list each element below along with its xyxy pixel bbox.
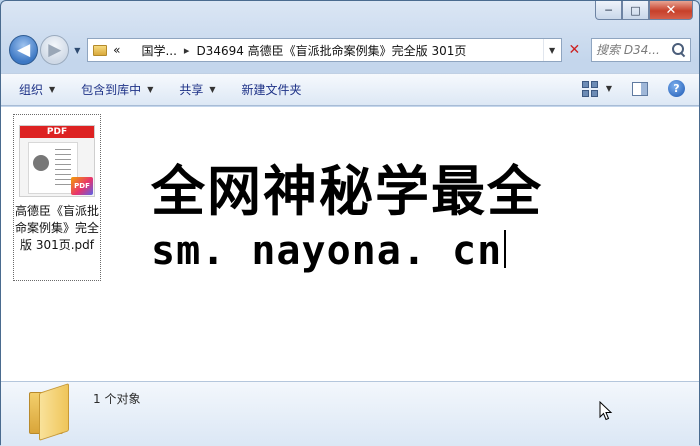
share-menu[interactable]: 共享 ▼ [179,81,215,98]
organize-label: 组织 [19,83,44,97]
watermark-url-text: sm. nayona. cn [151,228,503,274]
refresh-button[interactable]: ✕ [564,39,585,61]
caption-buttons: ─ □ ✕ [595,1,693,20]
include-in-library-label: 包含到库中 [81,83,142,97]
back-arrow-icon: ◀ [17,40,31,60]
forward-button[interactable]: ▶ [40,35,70,65]
watermark-overlay: 全网神秘学最全 sm. nayona. cn [149,161,553,285]
file-name[interactable]: 高德臣《盲派批命案例集》完全版 301页.pdf [14,203,100,254]
chevron-down-icon: ▼ [49,85,56,94]
minimize-button[interactable]: ─ [595,1,622,20]
view-tile [581,89,589,97]
include-in-library-menu[interactable]: 包含到库中 ▼ [81,81,153,98]
file-item[interactable]: PDF PDF 高德臣《盲派批命案例集》完全版 301页.pdf [13,114,101,281]
pdf-thumb-header: PDF [20,126,94,138]
breadcrumb-segment-parent[interactable]: 国学... [141,42,176,59]
pdf-thumbnail: PDF PDF [19,125,95,197]
text-caret [504,230,507,268]
watermark-url: sm. nayona. cn [151,227,507,275]
share-label: 共享 [179,83,204,97]
watermark-title: 全网神秘学最全 [151,160,543,223]
recent-pages-dropdown[interactable]: ▼ [71,46,83,55]
search-box[interactable] [591,38,691,62]
close-button[interactable]: ✕ [649,1,693,20]
new-folder-button[interactable]: 新建文件夹 [242,81,302,98]
file-list-area[interactable]: PDF PDF 高德臣《盲派批命案例集》完全版 301页.pdf 全网神秘学最全… [1,107,699,381]
view-controls: ▼ ? [581,80,685,97]
explorer-window: ─ □ ✕ ◀ ▶ ▼ « 国学... ▸ D34694 高德臣《盲派批命案例集… [0,0,700,446]
view-tile [590,80,598,88]
new-folder-label: 新建文件夹 [241,83,302,97]
preview-pane-icon[interactable] [632,81,648,96]
back-button[interactable]: ◀ [9,35,39,65]
chevron-down-icon: ▼ [147,85,154,94]
view-tile [590,89,598,97]
pdf-badge-icon: PDF [71,177,93,195]
search-icon[interactable] [672,43,686,57]
address-bar[interactable]: « 国学... ▸ D34694 高德臣《盲派批命案例集》完全版 301页 ▼ [87,38,562,62]
forward-arrow-icon: ▶ [48,40,62,60]
folder-icon [29,383,73,441]
navigation-bar: ◀ ▶ ▼ « 国学... ▸ D34694 高德臣《盲派批命案例集》完全版 3… [9,35,691,65]
address-dropdown-icon[interactable]: ▼ [542,39,561,61]
change-view-icon[interactable] [581,80,598,97]
details-pane: 1 个对象 [1,381,699,446]
folder-front [39,383,69,441]
breadcrumb-segment-current[interactable]: D34694 高德臣《盲派批命案例集》完全版 301页 [196,42,466,59]
mouse-pointer-icon [599,401,613,421]
address-overflow[interactable]: « [113,43,120,57]
item-count: 1 个对象 [93,392,141,406]
organize-menu[interactable]: 组织 ▼ [19,81,55,98]
search-input[interactable] [596,43,672,57]
breadcrumb-separator-icon[interactable]: ▸ [184,44,190,57]
view-tile [581,80,589,88]
folder-icon [93,44,108,56]
command-bar: 组织 ▼ 包含到库中 ▼ 共享 ▼ 新建文件夹 ▼ ? [1,73,699,106]
view-dropdown-icon[interactable]: ▼ [606,84,612,93]
help-icon[interactable]: ? [668,80,685,97]
maximize-button[interactable]: □ [622,1,649,20]
refresh-x-icon: ✕ [568,42,581,58]
chevron-down-icon: ▼ [209,85,216,94]
